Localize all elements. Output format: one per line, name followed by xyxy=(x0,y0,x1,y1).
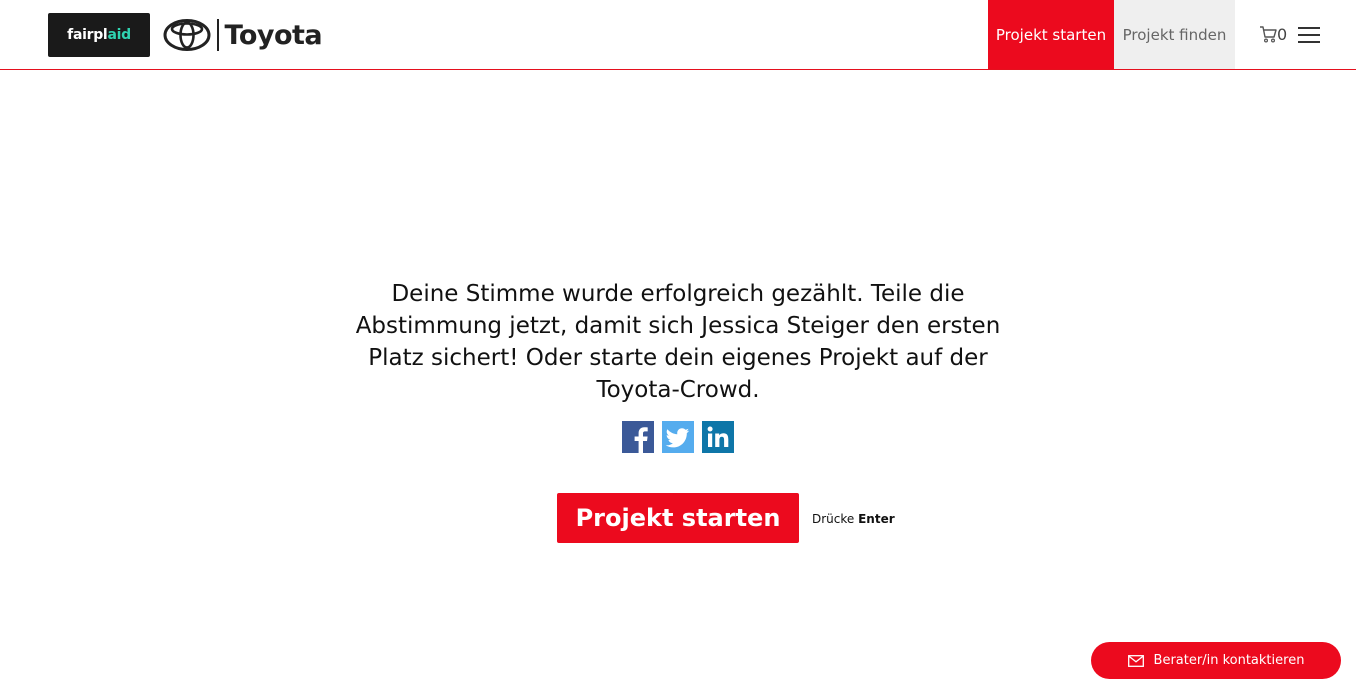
cart-icon xyxy=(1260,26,1277,43)
site-header: fairpl aid Toyota Projekt starten Projekt… xyxy=(0,0,1356,70)
menu-icon[interactable] xyxy=(1298,27,1320,43)
projekt-starten-button[interactable]: Projekt starten xyxy=(557,493,799,543)
fairplaid-logo-text-b: aid xyxy=(107,27,131,43)
linkedin-icon[interactable] xyxy=(702,421,734,453)
contact-advisor-label: Berater/in kontaktieren xyxy=(1153,653,1305,668)
enter-hint-key: Enter xyxy=(858,512,895,526)
envelope-icon xyxy=(1127,654,1144,667)
enter-hint-prefix: Drücke xyxy=(812,512,855,526)
logo-separator xyxy=(217,19,219,51)
enter-hint: Drücke Enter xyxy=(812,512,895,526)
toyota-logo[interactable]: Toyota xyxy=(163,16,323,54)
cart-count: 0 xyxy=(1277,24,1288,44)
fairplaid-logo-text-a: fairpl xyxy=(67,27,108,43)
toyota-emblem-icon xyxy=(163,19,211,51)
nav-projekt-starten[interactable]: Projekt starten xyxy=(988,0,1114,69)
nav-projekt-finden[interactable]: Projekt finden xyxy=(1114,0,1235,69)
facebook-icon[interactable] xyxy=(622,421,654,453)
confirmation-message: Deine Stimme wurde erfolgreich gezählt. … xyxy=(355,281,1001,403)
cart-button[interactable]: 0 xyxy=(1259,21,1287,47)
toyota-wordmark: Toyota xyxy=(224,19,323,51)
share-buttons xyxy=(622,421,734,453)
contact-advisor-button[interactable]: Berater/in kontaktieren xyxy=(1091,642,1341,679)
twitter-icon[interactable] xyxy=(662,421,694,453)
fairplaid-logo[interactable]: fairpl aid xyxy=(48,13,150,57)
